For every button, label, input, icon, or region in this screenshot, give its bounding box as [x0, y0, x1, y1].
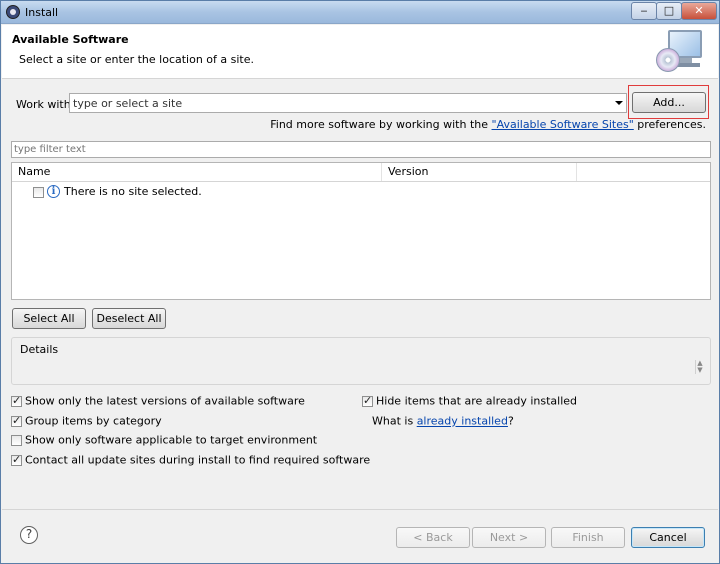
header-banner: Available Software Select a site or ente… [2, 25, 718, 79]
select-all-button[interactable]: Select All [12, 308, 86, 329]
what-is-installed-text: What is already installed? [372, 414, 514, 428]
add-button[interactable]: Add... [632, 92, 706, 113]
option-contact-sites[interactable]: Contact all update sites during install … [11, 453, 370, 467]
hide-installed-checkbox[interactable] [362, 394, 373, 407]
already-installed-link[interactable]: already installed [417, 415, 508, 428]
column-name[interactable]: Name [12, 163, 382, 181]
option-hide-installed[interactable]: Hide items that are already installed [362, 394, 577, 408]
banner-subtitle: Select a site or enter the location of a… [19, 53, 255, 66]
help-icon[interactable]: ? [20, 526, 38, 544]
maximize-button[interactable]: □ [656, 2, 682, 20]
software-table: Name Version i There is no site selected… [11, 162, 711, 300]
details-scrollbar[interactable]: ▲ ▼ [695, 360, 704, 374]
work-with-value: type or select a site [73, 97, 183, 110]
minimize-button[interactable]: ‒ [631, 2, 657, 20]
monitor-cd-icon [656, 30, 704, 74]
back-button[interactable]: < Back [396, 527, 470, 548]
column-filler [577, 163, 710, 181]
group-by-category-checkbox[interactable] [11, 414, 22, 427]
filter-input[interactable] [12, 142, 710, 157]
deselect-all-button[interactable]: Deselect All [92, 308, 166, 329]
work-with-combo[interactable]: type or select a site [69, 93, 627, 113]
info-icon: i [47, 185, 60, 198]
dropdown-arrow-icon[interactable] [615, 101, 623, 105]
option-target-environment[interactable]: Show only software applicable to target … [11, 433, 317, 447]
install-dialog: Install ‒ □ ✕ Available Software Select … [0, 0, 720, 564]
finish-button[interactable]: Finish [551, 527, 625, 548]
option-latest-versions[interactable]: Show only the latest versions of availab… [11, 394, 305, 408]
details-group: Details ▲ ▼ [11, 337, 711, 385]
eclipse-icon [6, 5, 20, 19]
table-header: Name Version [12, 163, 710, 182]
work-with-label: Work with: [16, 98, 75, 111]
column-version[interactable]: Version [382, 163, 577, 181]
table-row[interactable]: i There is no site selected. [12, 183, 710, 201]
filter-field[interactable] [11, 141, 711, 158]
contact-sites-checkbox[interactable] [11, 453, 22, 466]
next-button[interactable]: Next > [472, 527, 546, 548]
row-label: There is no site selected. [64, 185, 202, 198]
title-bar: Install ‒ □ ✕ [1, 1, 719, 24]
find-more-text: Find more software by working with the "… [270, 118, 706, 131]
available-sites-link[interactable]: "Available Software Sites" [492, 118, 634, 131]
cancel-button[interactable]: Cancel [631, 527, 705, 548]
option-group-by-category[interactable]: Group items by category [11, 414, 162, 428]
latest-versions-checkbox[interactable] [11, 394, 22, 407]
footer-divider [2, 509, 718, 510]
details-label: Details [20, 343, 59, 356]
banner-title: Available Software [12, 33, 129, 46]
window-title: Install [25, 6, 59, 19]
target-environment-checkbox[interactable] [11, 434, 22, 446]
close-button[interactable]: ✕ [681, 2, 717, 20]
row-checkbox[interactable] [33, 187, 44, 198]
